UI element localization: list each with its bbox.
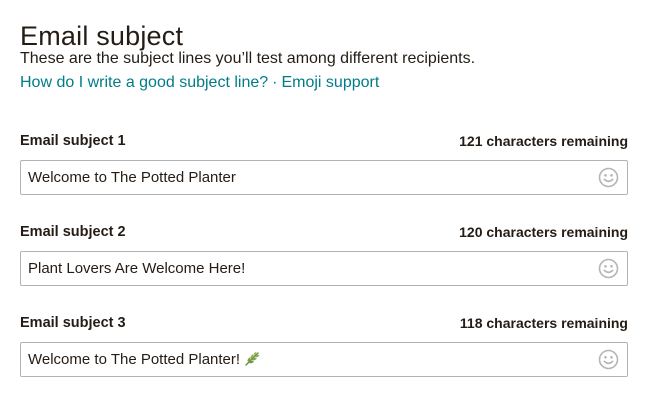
smiley-face-icon[interactable] <box>598 349 619 370</box>
smiley-face-icon[interactable] <box>598 258 619 279</box>
email-subject-field-3: Email subject 3 118 characters remaining… <box>20 312 628 377</box>
email-subject-3-value: Welcome to The Potted Planter! <box>28 351 241 368</box>
link-separator: · <box>272 74 278 91</box>
email-subject-3-label: Email subject 3 <box>20 315 126 331</box>
email-subject-3-input[interactable]: Welcome to The Potted Planter! <box>21 343 581 376</box>
email-subject-1-input[interactable] <box>21 161 581 194</box>
email-subject-3-character-counter: 118 characters remaining <box>459 315 628 331</box>
subject-line-help-link[interactable]: How do I write a good subject line? <box>20 74 268 91</box>
help-links: How do I write a good subject line? · Emoj… <box>20 72 379 94</box>
email-subject-2-input[interactable] <box>21 252 581 285</box>
page-description: These are the subject lines you’ll test … <box>20 50 476 67</box>
email-subject-1-label: Email subject 1 <box>20 133 126 149</box>
email-subject-2-label: Email subject 2 <box>20 224 126 240</box>
smiley-face-icon[interactable] <box>598 167 619 188</box>
herb-icon <box>244 346 261 379</box>
email-subject-3-input-box[interactable]: Welcome to The Potted Planter! <box>20 342 628 377</box>
email-subject-1-character-counter: 121 characters remaining <box>459 133 628 149</box>
email-subject-1-input-box[interactable] <box>20 160 628 195</box>
email-subject-field-1: Email subject 1 121 characters remaining <box>20 130 628 195</box>
email-subject-2-input-box[interactable] <box>20 251 628 286</box>
email-subject-field-2: Email subject 2 120 characters remaining <box>20 221 628 286</box>
emoji-support-link[interactable]: Emoji support <box>281 74 379 91</box>
email-subject-2-character-counter: 120 characters remaining <box>459 224 628 240</box>
